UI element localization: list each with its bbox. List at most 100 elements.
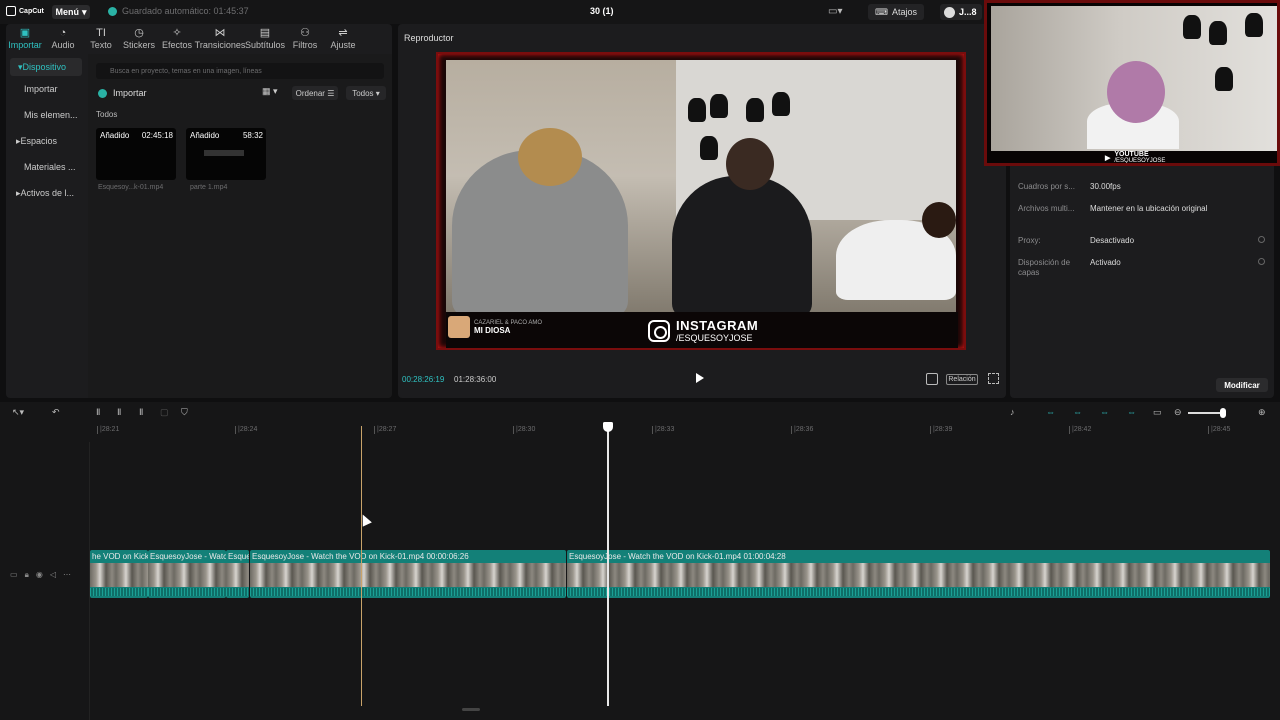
tab-text[interactable]: TI Texto <box>82 24 120 54</box>
tab-audio[interactable]: ◔ Audio <box>44 24 82 54</box>
detail-key: Disposición de capas <box>1018 258 1071 277</box>
modify-button[interactable]: Modificar <box>1216 378 1268 392</box>
sidebar-item-my-elements[interactable]: Mis elemen... <box>6 102 86 128</box>
subtitles-icon: ▤ <box>259 27 271 39</box>
zoom-slider-thumb[interactable] <box>1220 408 1226 418</box>
timeline-clip[interactable]: EsquesoyJose - Watch the VOD on Kick-01.… <box>567 550 1270 598</box>
filter-icon: ▾ <box>375 88 380 98</box>
tab-effects[interactable]: ✧ Efectos <box>158 24 196 54</box>
detail-key: Archivos multi... <box>1018 204 1075 213</box>
zoom-slider-track[interactable] <box>1188 412 1222 414</box>
wall-art <box>1209 21 1227 45</box>
tab-transitions[interactable]: ⋈ Transiciones <box>195 24 246 54</box>
media-clip[interactable]: Añadido 02:45:18 <box>96 128 176 180</box>
capcut-logo-icon <box>6 6 16 16</box>
hover-line <box>361 426 362 706</box>
text-icon: TI <box>96 27 106 39</box>
timeline-clip-label: EsquesoyJose - Watch the VOD on Kick-01.… <box>569 552 786 561</box>
lock-icon[interactable]: 🔒︎ <box>25 570 29 580</box>
tab-adjust[interactable]: ⇌ Ajuste <box>324 24 362 54</box>
clip-badge: Añadido <box>190 131 220 140</box>
import-label: Importar <box>113 88 147 98</box>
menu-label: Menú <box>55 7 79 17</box>
media-clip[interactable]: Añadido 58:32 <box>186 128 266 180</box>
sidebar-item-device[interactable]: ▾ Dispositivo <box>10 58 82 76</box>
eye-icon[interactable]: ◉ <box>36 570 43 580</box>
fullscreen-icon[interactable] <box>988 373 999 384</box>
sidebar-item-import[interactable]: Importar <box>6 76 86 102</box>
project-title[interactable]: 30 (1) <box>590 6 614 16</box>
microphone-icon[interactable]: ♪ <box>1010 407 1015 417</box>
search-input[interactable]: Busca en proyecto, temas en una imagen, … <box>96 63 384 79</box>
sidebar-item-materials[interactable]: Materiales ... <box>6 154 86 180</box>
ruler-tick: |28:21 <box>96 426 120 434</box>
info-icon[interactable] <box>1258 236 1265 243</box>
tab-import[interactable]: ▣ Importar <box>6 24 44 54</box>
autosave-status: Guardado automático: 01:45:37 <box>108 6 249 16</box>
timeline-clip[interactable]: EsquesoyJose - Watch the VOD on Kick-01.… <box>250 550 566 598</box>
timeline-clip[interactable]: EsquesoyJose - Watch <box>148 550 226 598</box>
timeline-clip[interactable]: Esque <box>226 550 249 598</box>
zoom-in-icon[interactable]: ⊕ <box>1258 407 1266 417</box>
wall-art <box>688 98 706 122</box>
tab-subtitles[interactable]: ▤ Subtítulos <box>244 24 286 54</box>
caption-icon[interactable]: ▭ <box>1153 407 1162 417</box>
snap-icon[interactable]: ⇔ <box>1073 407 1082 417</box>
ruler-tick: |28:24 <box>234 426 258 434</box>
shortcuts-button[interactable]: ⌨ Atajos <box>868 4 924 20</box>
info-icon[interactable] <box>1258 258 1265 265</box>
split-right-icon[interactable]: Ⅱ <box>139 407 143 417</box>
media-library: Busca en proyecto, temas en una imagen, … <box>88 54 392 398</box>
more-icon[interactable]: ⋯ <box>63 570 71 580</box>
tab-label: Stickers <box>122 40 155 50</box>
delete-icon[interactable]: ▢ <box>160 407 169 417</box>
undo-icon[interactable]: ↶ <box>52 407 60 417</box>
split-left-icon[interactable]: Ⅱ <box>117 407 121 417</box>
user-menu[interactable]: J...8 <box>940 4 982 20</box>
filter-all-button[interactable]: Todos ▾ <box>346 86 386 100</box>
wall-art <box>1215 67 1233 91</box>
detail-value: Activado <box>1090 258 1121 267</box>
section-label: Todos <box>96 110 118 119</box>
volume-icon[interactable]: ◁ <box>50 570 56 580</box>
focus-icon[interactable] <box>926 373 938 385</box>
ratio-button[interactable]: Relación <box>946 374 978 385</box>
timeline-toolbar: ↖▾ ↶ Ⅱ Ⅱ Ⅱ ▢ ⛉ ♪ ⇔ ⇔ ⇔ ⇔ ▭ ⊖ ⊕ <box>0 402 1280 422</box>
select-cursor-icon[interactable]: ↖▾ <box>12 407 24 417</box>
sidebar-item-label: Dispositivo <box>22 62 67 72</box>
clip-waveform <box>148 588 226 596</box>
split-icon[interactable]: Ⅱ <box>96 407 100 417</box>
import-button[interactable]: Importar <box>98 88 147 98</box>
marker-icon[interactable]: ⛉ <box>181 407 188 417</box>
avatar <box>944 6 955 18</box>
tab-filters[interactable]: ⚇ Filtros <box>286 24 324 54</box>
sidebar-item-assets[interactable]: ▸ Activos de l... <box>6 180 86 206</box>
sort-button[interactable]: Ordenar ☰ <box>292 86 338 100</box>
linkage-icon[interactable]: ⇔ <box>1100 407 1109 417</box>
cover-icon[interactable]: ▭ <box>10 570 18 580</box>
layout-icon[interactable]: ▭▾ <box>828 6 844 17</box>
playhead-handle[interactable] <box>603 422 613 432</box>
timeline-clip[interactable]: he VOD on Kick <box>90 550 148 598</box>
playhead[interactable] <box>607 428 609 706</box>
preview-axis-icon[interactable]: ⇔ <box>1127 407 1136 417</box>
tab-label: Subtítulos <box>244 40 286 50</box>
view-mode-button[interactable]: ▦ ▾ <box>262 86 286 100</box>
time-ruler[interactable]: |28:21 |28:24 |28:27 |28:30 |28:33 |28:3… <box>90 422 1280 438</box>
tab-stickers[interactable]: ◷ Stickers <box>120 24 158 54</box>
link-icon[interactable]: ⇔ <box>1046 407 1055 417</box>
sidebar-item-spaces[interactable]: ▸ Espacios <box>6 128 86 154</box>
clip-waveform <box>567 588 1270 596</box>
clip-duration: 02:45:18 <box>141 131 173 140</box>
menu-button[interactable]: Menú ▾ <box>52 5 90 19</box>
play-icon[interactable] <box>696 373 704 383</box>
timeline-scrollbar[interactable] <box>462 708 480 711</box>
zoom-out-icon[interactable]: ⊖ <box>1174 407 1182 417</box>
webcam-overlay: ▶ YOUTUBE /ESQUESOYJOSE <box>984 0 1280 166</box>
now-playing: CAZARIEL & PACO AMO MI DIOSA <box>448 316 542 338</box>
clip-frames <box>567 563 1270 587</box>
video-preview[interactable]: CAZARIEL & PACO AMO MI DIOSA INSTAGRAM /… <box>436 52 966 350</box>
current-timecode: 00:28:26:19 <box>402 375 445 384</box>
tab-label: Efectos <box>161 40 192 50</box>
ruler-tick: |28:36 <box>790 426 814 434</box>
